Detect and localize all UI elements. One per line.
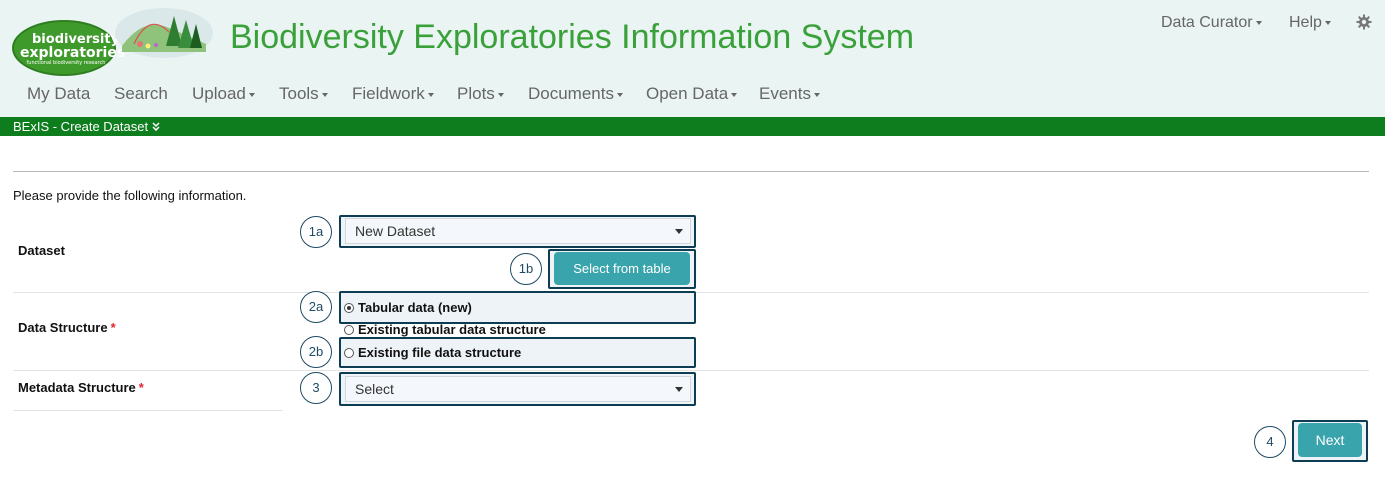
nav-search[interactable]: Search [114, 84, 168, 104]
help-menu[interactable]: Help [1289, 14, 1331, 32]
nav-my-data[interactable]: My Data [27, 84, 90, 104]
nav-open-data[interactable]: Open Data [646, 84, 738, 104]
dataset-label: Dataset [18, 243, 65, 258]
site-title[interactable]: Biodiversity Exploratories Information S… [230, 18, 914, 57]
dataset-select-value: New Dataset [355, 223, 436, 239]
annotation-4: 4 [1254, 426, 1286, 458]
select-from-table-button[interactable]: Select from table [554, 252, 690, 285]
caret-down-icon [427, 92, 434, 97]
help-label: Help [1289, 14, 1322, 31]
landscape-illustration-icon [115, 8, 213, 58]
gear-icon[interactable] [1356, 14, 1372, 30]
dataset-select[interactable]: New Dataset [345, 218, 691, 244]
nav-tools[interactable]: Tools [279, 84, 328, 104]
breadcrumb[interactable]: BExIS - Create Dataset [13, 119, 160, 134]
annotation-1a: 1a [300, 216, 332, 248]
caret-down-icon [813, 92, 820, 97]
breadcrumb-label: BExIS - Create Dataset [13, 119, 149, 134]
double-chevron-down-icon [152, 122, 160, 132]
metadata-structure-label: Metadata Structure * [18, 380, 144, 395]
form-intro: Please provide the following information… [13, 188, 247, 203]
radio-unselected-icon [344, 348, 354, 358]
caret-down-icon [321, 92, 328, 97]
caret-down-icon [248, 92, 255, 97]
nav-fieldwork[interactable]: Fieldwork [352, 84, 434, 104]
dropdown-arrow-icon [675, 229, 683, 234]
logo-line2: exploratories [20, 45, 126, 61]
dropdown-arrow-icon [675, 387, 683, 392]
required-marker: * [110, 320, 116, 335]
biodiversity-exploratories-logo[interactable]: biodiversity exploratories functional bi… [12, 20, 126, 76]
nav-plots[interactable]: Plots [457, 84, 504, 104]
data-structure-label: Data Structure * [18, 320, 116, 335]
caret-down-icon [497, 92, 504, 97]
caret-down-icon [616, 92, 623, 97]
radio-existing-tabular-structure[interactable]: Existing tabular data structure [344, 322, 546, 337]
data-curator-menu[interactable]: Data Curator [1161, 14, 1262, 32]
annotation-3: 3 [300, 372, 332, 404]
annotation-1b: 1b [510, 253, 542, 285]
next-button[interactable]: Next [1298, 423, 1362, 457]
app-header: biodiversity exploratories functional bi… [0, 0, 1385, 117]
divider [13, 171, 1369, 172]
caret-down-icon [1324, 20, 1331, 25]
row-divider [13, 410, 283, 411]
nav-documents[interactable]: Documents [528, 84, 623, 104]
annotation-2a: 2a [300, 291, 332, 323]
annotation-2b: 2b [300, 336, 332, 368]
required-marker: * [138, 380, 144, 395]
nav-events[interactable]: Events [759, 84, 820, 104]
nav-upload[interactable]: Upload [192, 84, 255, 104]
metadata-structure-select[interactable]: Select [345, 376, 691, 402]
caret-down-icon [1255, 20, 1262, 25]
data-curator-label: Data Curator [1161, 14, 1253, 31]
radio-unselected-icon [344, 325, 354, 335]
logo-line3: functional biodiversity research [26, 60, 106, 66]
caret-down-icon [731, 92, 738, 97]
metadata-select-value: Select [355, 381, 394, 397]
radio-tabular-data-new[interactable]: Tabular data (new) [344, 300, 472, 315]
breadcrumb-bar: BExIS - Create Dataset [0, 117, 1385, 136]
radio-selected-icon [344, 303, 354, 313]
radio-existing-file-structure[interactable]: Existing file data structure [344, 345, 521, 360]
row-divider [13, 370, 1369, 371]
